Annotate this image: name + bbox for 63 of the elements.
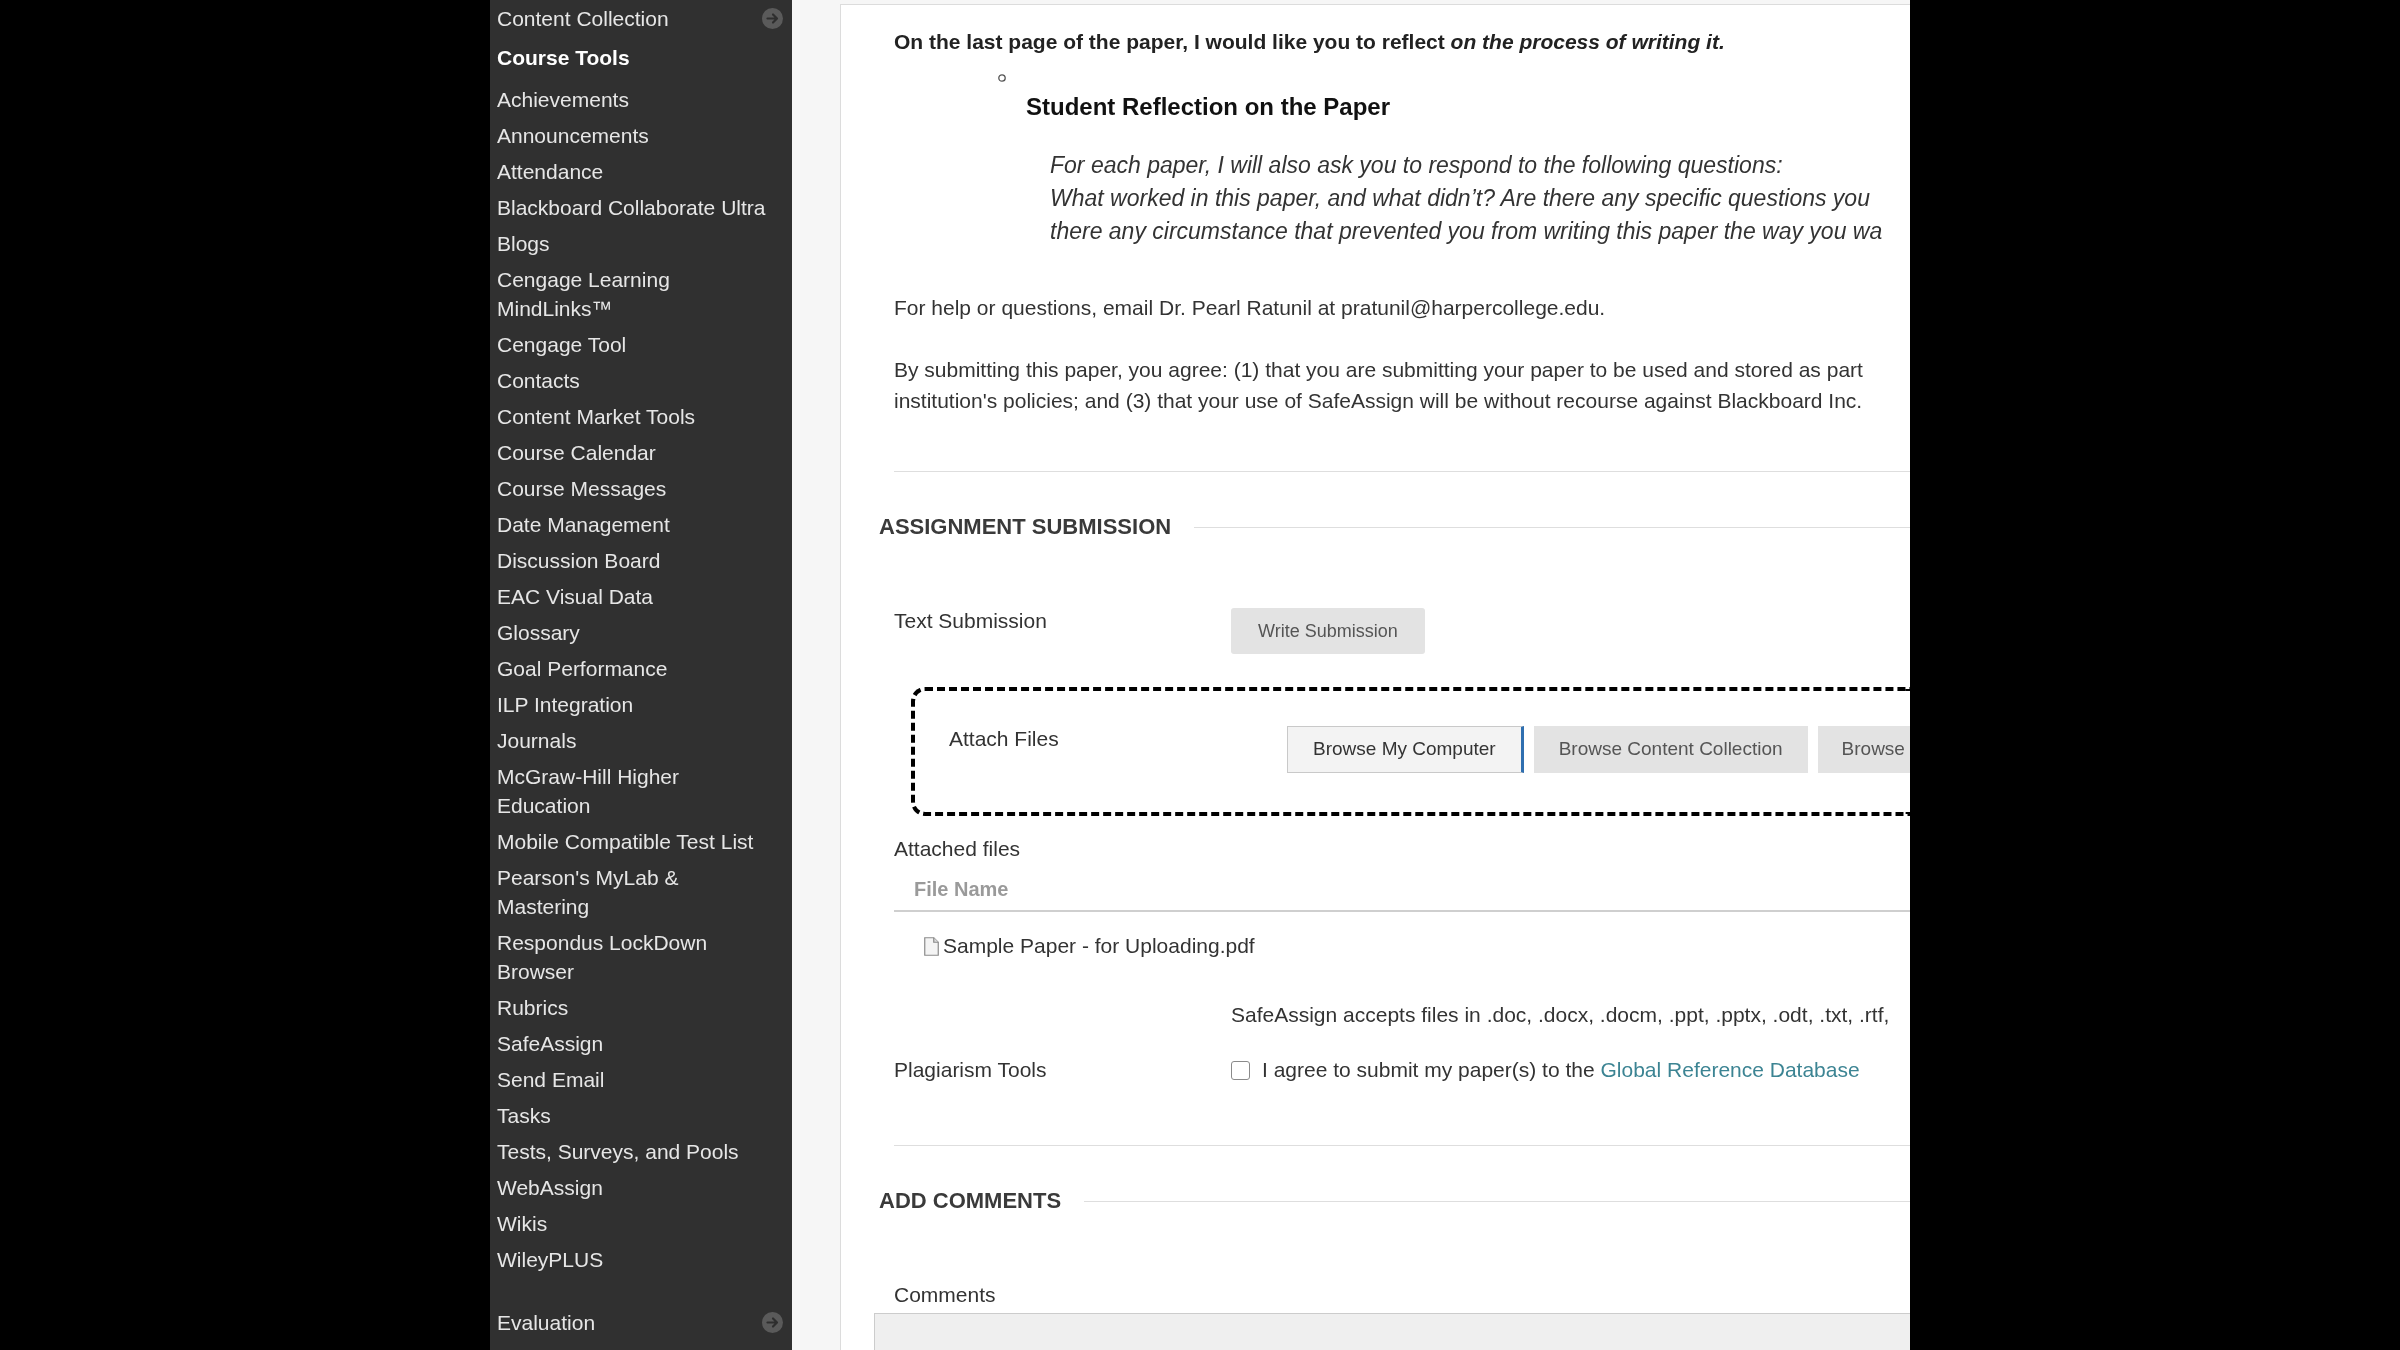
- arrow-circle-icon[interactable]: [762, 7, 783, 29]
- sidebar-link[interactable]: Cengage Tool: [497, 326, 627, 362]
- checkbox[interactable]: [1231, 1060, 1250, 1080]
- sidebar-link[interactable]: WebAssign: [497, 1169, 603, 1205]
- browse-button[interactable]: Browse My Computer: [1287, 726, 1524, 773]
- sidebar-link[interactable]: Course Messages: [497, 470, 667, 506]
- sidebar-link[interactable]: Blogs: [497, 225, 550, 261]
- field-label: Attach Files: [949, 726, 1060, 752]
- sidebar-link[interactable]: Achievements: [497, 81, 629, 117]
- comments-field[interactable]: [874, 1313, 1910, 1350]
- file-name: Sample Paper - for Uploading.pdf: [943, 933, 1255, 959]
- reference-database-link[interactable]: Global Reference Database: [1600, 1058, 1860, 1081]
- sidebar-link[interactable]: Rubrics: [497, 989, 569, 1025]
- sidebar-link[interactable]: Announcements: [497, 117, 649, 153]
- file-types-note: SafeAssign accepts files in .doc, .docx, .docm, .ppt, .pptx, .odt, .txt, .rtf,: [1231, 1002, 1890, 1028]
- browse-button[interactable]: Browse: [1817, 726, 1910, 773]
- instruction-text: On the last page of the paper, I would like you to reflect on the process of writing it.: [894, 29, 1725, 55]
- sidebar-link[interactable]: Cengage Learning MindLinks™: [497, 261, 771, 326]
- sidebar-link[interactable]: SafeAssign: [497, 1025, 604, 1061]
- sidebar-section-title[interactable]: Evaluation: [497, 1304, 596, 1340]
- reflection-question-text: For each paper, I will also ask you to respond to the following questions:: [1050, 150, 1783, 180]
- arrow-circle-icon[interactable]: [762, 1311, 783, 1333]
- sidebar-link[interactable]: Tasks: [497, 1097, 551, 1133]
- sidebar-link[interactable]: Pearson's MyLab & Mastering: [497, 859, 771, 924]
- checkbox-label: I agree to submit my paper(s) to the Global Reference Database: [1262, 1057, 1860, 1083]
- column-header: File Name: [914, 877, 1009, 902]
- sidebar-link[interactable]: Glossary: [497, 614, 580, 650]
- field-label: Text Submission: [894, 608, 1048, 634]
- field-label: Plagiarism Tools: [894, 1057, 1048, 1083]
- sidebar-link[interactable]: Mobile Compatible Test List: [497, 823, 754, 859]
- document-icon: [924, 936, 939, 956]
- sidebar-link[interactable]: McGraw-Hill Higher Education: [497, 758, 771, 823]
- reflection-question-text: there any circumstance that prevented you from writing this paper the way you wa: [1050, 216, 1883, 246]
- sidebar-link[interactable]: Tests, Surveys, and Pools: [497, 1133, 739, 1169]
- browse-button[interactable]: Browse Content Collection: [1533, 726, 1808, 773]
- sidebar-link[interactable]: Content Market Tools: [497, 398, 696, 434]
- sidebar-link[interactable]: Discussion Board: [497, 542, 661, 578]
- sidebar-link[interactable]: Goal Performance: [497, 650, 668, 686]
- sidebar-link[interactable]: Course Calendar: [497, 434, 656, 470]
- sidebar-section-title[interactable]: Course Tools: [497, 39, 630, 75]
- sidebar-link[interactable]: Contacts: [497, 362, 580, 398]
- reflection-heading: Student Reflection on the Paper: [1026, 92, 1391, 122]
- sidebar-section-title[interactable]: Content Collection: [497, 0, 669, 36]
- field-label: Attached files: [894, 836, 1021, 862]
- reflection-question-text: What worked in this paper, and what didn’t? Are there any specific questions you: [1050, 183, 1870, 213]
- sidebar-link[interactable]: Send Email: [497, 1061, 605, 1097]
- sidebar-link[interactable]: Attendance: [497, 153, 604, 189]
- sidebar-link[interactable]: Respondus LockDown Browser: [497, 924, 771, 989]
- sidebar-link[interactable]: Blackboard Collaborate Ultra: [497, 189, 766, 225]
- sidebar-link[interactable]: Journals: [497, 722, 577, 758]
- sidebar-link[interactable]: ILP Integration: [497, 686, 634, 722]
- section-heading: ADD COMMENTS: [879, 1187, 1062, 1215]
- agreement-text: By submitting this paper, you agree: (1) that you are submitting your paper to be used and stored as part: [894, 356, 1863, 383]
- sidebar-link[interactable]: EAC Visual Data: [497, 578, 654, 614]
- write-submission-button[interactable]: Write Submission: [1231, 608, 1425, 654]
- sidebar-link[interactable]: Wikis: [497, 1205, 548, 1241]
- section-heading: ASSIGNMENT SUBMISSION: [879, 513, 1172, 541]
- sidebar-link[interactable]: WileyPLUS: [497, 1241, 604, 1277]
- help-text: For help or questions, email Dr. Pearl Ratunil at pratunil@harpercollege.edu.: [894, 295, 1606, 321]
- agreement-text: institution's policies; and (3) that your use of SafeAssign will be without recourse against Blackboard Inc.: [894, 387, 1863, 414]
- field-label: Comments: [894, 1282, 996, 1308]
- sidebar-link[interactable]: Date Management: [497, 506, 670, 542]
- circle-bullet-icon: [998, 74, 1006, 82]
